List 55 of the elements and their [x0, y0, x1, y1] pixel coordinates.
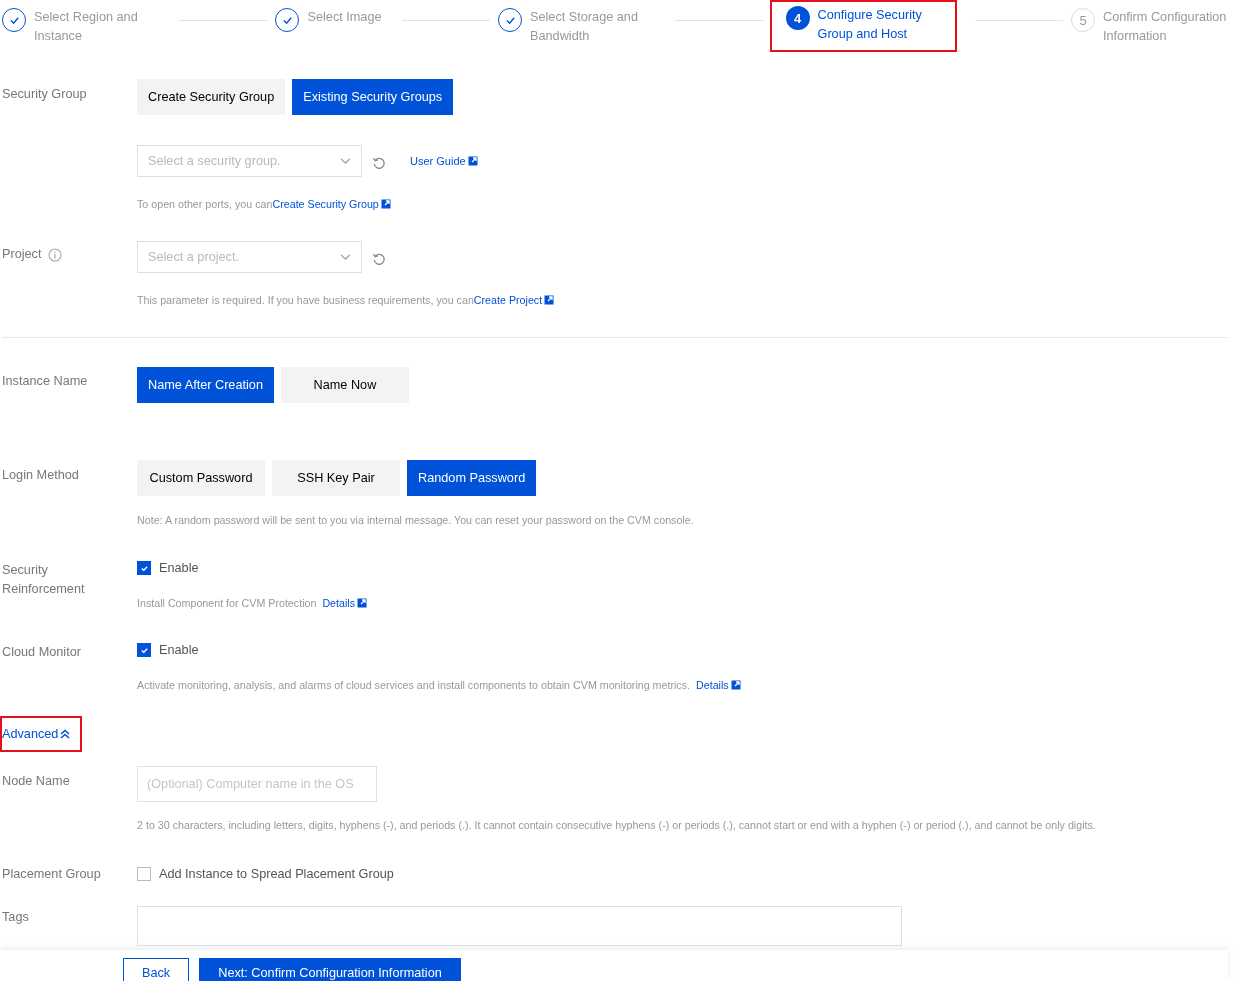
external-link-icon — [467, 156, 478, 166]
double-chevron-icon — [60, 729, 71, 739]
hint-text: This parameter is required. If you have business requirements, you canCreate Project — [137, 293, 1228, 307]
next-button[interactable]: Next: Confirm Configuration Information — [199, 958, 461, 981]
link[interactable]: Create Security Group — [272, 197, 391, 211]
field-label: Login Method — [2, 467, 80, 484]
step-label: Configure Security Group and Host — [817, 7, 923, 43]
option-button[interactable]: SSH Key Pair — [272, 460, 400, 496]
step-label: Select Region and Instance — [34, 9, 139, 45]
advanced-toggle[interactable]: Advanced — [2, 718, 81, 750]
info-icon — [47, 247, 62, 262]
checkbox[interactable] — [137, 867, 151, 881]
checkbox-label: Add Instance to Spread Placement Group — [159, 867, 394, 881]
hint-text: 2 to 30 characters, including letters, digits, hyphens (-), and periods (.). It cannot contain consecutive hyphens (-) or periods (.), cannot start or end with a hyphen (-) or period (.), and cannot be only digits. — [137, 818, 1097, 832]
option-button[interactable]: Name Now — [280, 367, 409, 403]
check-icon — [139, 645, 149, 655]
external-link-icon — [544, 295, 555, 305]
field-label: Cloud Monitor — [2, 644, 82, 661]
checkbox[interactable] — [137, 561, 151, 575]
field-label: Placement Group — [2, 866, 102, 883]
checkbox[interactable] — [137, 643, 151, 657]
back-button[interactable]: Back — [123, 958, 190, 981]
option-button[interactable]: Random Password — [407, 460, 537, 496]
field-label: Project — [2, 246, 42, 263]
user-guide-link[interactable]: User Guide — [410, 155, 478, 167]
step-label: Select Image — [307, 9, 382, 26]
hint-text: To open other ports, you canCreate Security Group — [137, 197, 1228, 211]
link[interactable]: Create Project — [473, 293, 555, 307]
external-link-icon — [730, 680, 741, 690]
checkbox-label: Enable — [159, 561, 199, 575]
option-button[interactable]: Create Security Group — [137, 79, 286, 115]
field-label: Security Reinforcement — [2, 562, 86, 598]
hint-text: Install Component for CVM Protection Details — [137, 596, 1228, 610]
hint-text: Note: A random password will be sent to you via internal message. You can reset your password on the CVM console. — [137, 513, 695, 527]
field-label: Security Group — [2, 86, 88, 103]
step-label: Confirm Configuration Information — [1103, 9, 1228, 45]
refresh-icon[interactable] — [372, 252, 386, 266]
hint-text: Activate monitoring, analysis, and alarms of cloud services and install components to obtain CVM monitoring metrics. Details — [137, 678, 1228, 692]
field-label: Node Name — [2, 773, 71, 790]
option-button[interactable]: Existing Security Groups — [292, 79, 454, 115]
check-icon — [139, 563, 149, 573]
chevron-down-icon — [340, 253, 351, 261]
external-link-icon — [380, 199, 391, 209]
refresh-icon[interactable] — [372, 156, 386, 170]
option-button[interactable]: Name After Creation — [137, 367, 274, 403]
link[interactable]: Details — [696, 678, 741, 692]
checkbox-label: Enable — [159, 643, 199, 657]
field-label: Instance Name — [2, 373, 89, 390]
link[interactable]: Details — [322, 596, 368, 610]
external-link-icon — [357, 598, 368, 608]
step-label: Select Storage and Bandwidth — [530, 9, 639, 45]
field-label: Tags — [2, 909, 30, 926]
chevron-down-icon — [340, 157, 351, 165]
option-button[interactable]: Custom Password — [137, 460, 265, 496]
step-number: 4 — [785, 6, 810, 30]
